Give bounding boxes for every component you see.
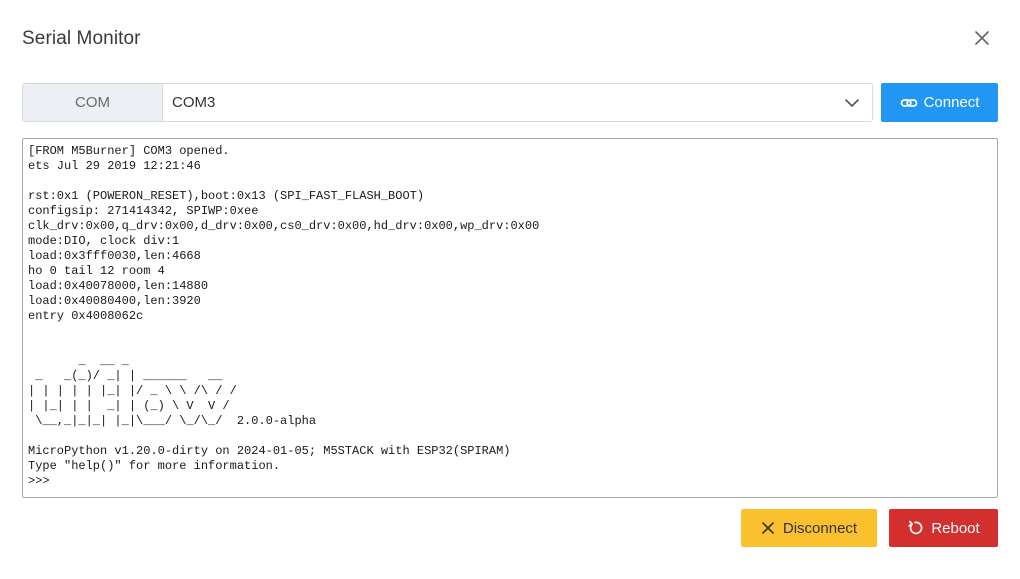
close-button[interactable]	[968, 24, 996, 52]
port-label: COM	[23, 84, 163, 121]
disconnect-button[interactable]: Disconnect	[741, 509, 877, 547]
chevron-down-icon	[844, 95, 860, 111]
disconnect-label: Disconnect	[782, 519, 858, 537]
serial-output-text: [FROM M5Burner] COM3 opened. ets Jul 29 …	[28, 144, 540, 488]
close-icon	[761, 521, 775, 535]
port-select[interactable]: COM3	[163, 84, 872, 121]
connect-button[interactable]: Connect	[881, 83, 998, 122]
refresh-icon	[907, 520, 923, 536]
link-icon	[900, 96, 918, 110]
close-icon	[974, 30, 990, 46]
port-selector-group: COM COM3	[22, 83, 873, 122]
connect-label: Connect	[923, 94, 980, 111]
reboot-button[interactable]: Reboot	[889, 509, 998, 547]
port-selected-value: COM3	[172, 94, 216, 111]
reboot-label: Reboot	[931, 519, 980, 537]
serial-monitor-dialog: Serial Monitor COM COM3 Connect [FROM M5…	[0, 0, 1020, 579]
dialog-title: Serial Monitor	[22, 28, 141, 49]
serial-output-console[interactable]: [FROM M5Burner] COM3 opened. ets Jul 29 …	[22, 138, 998, 498]
